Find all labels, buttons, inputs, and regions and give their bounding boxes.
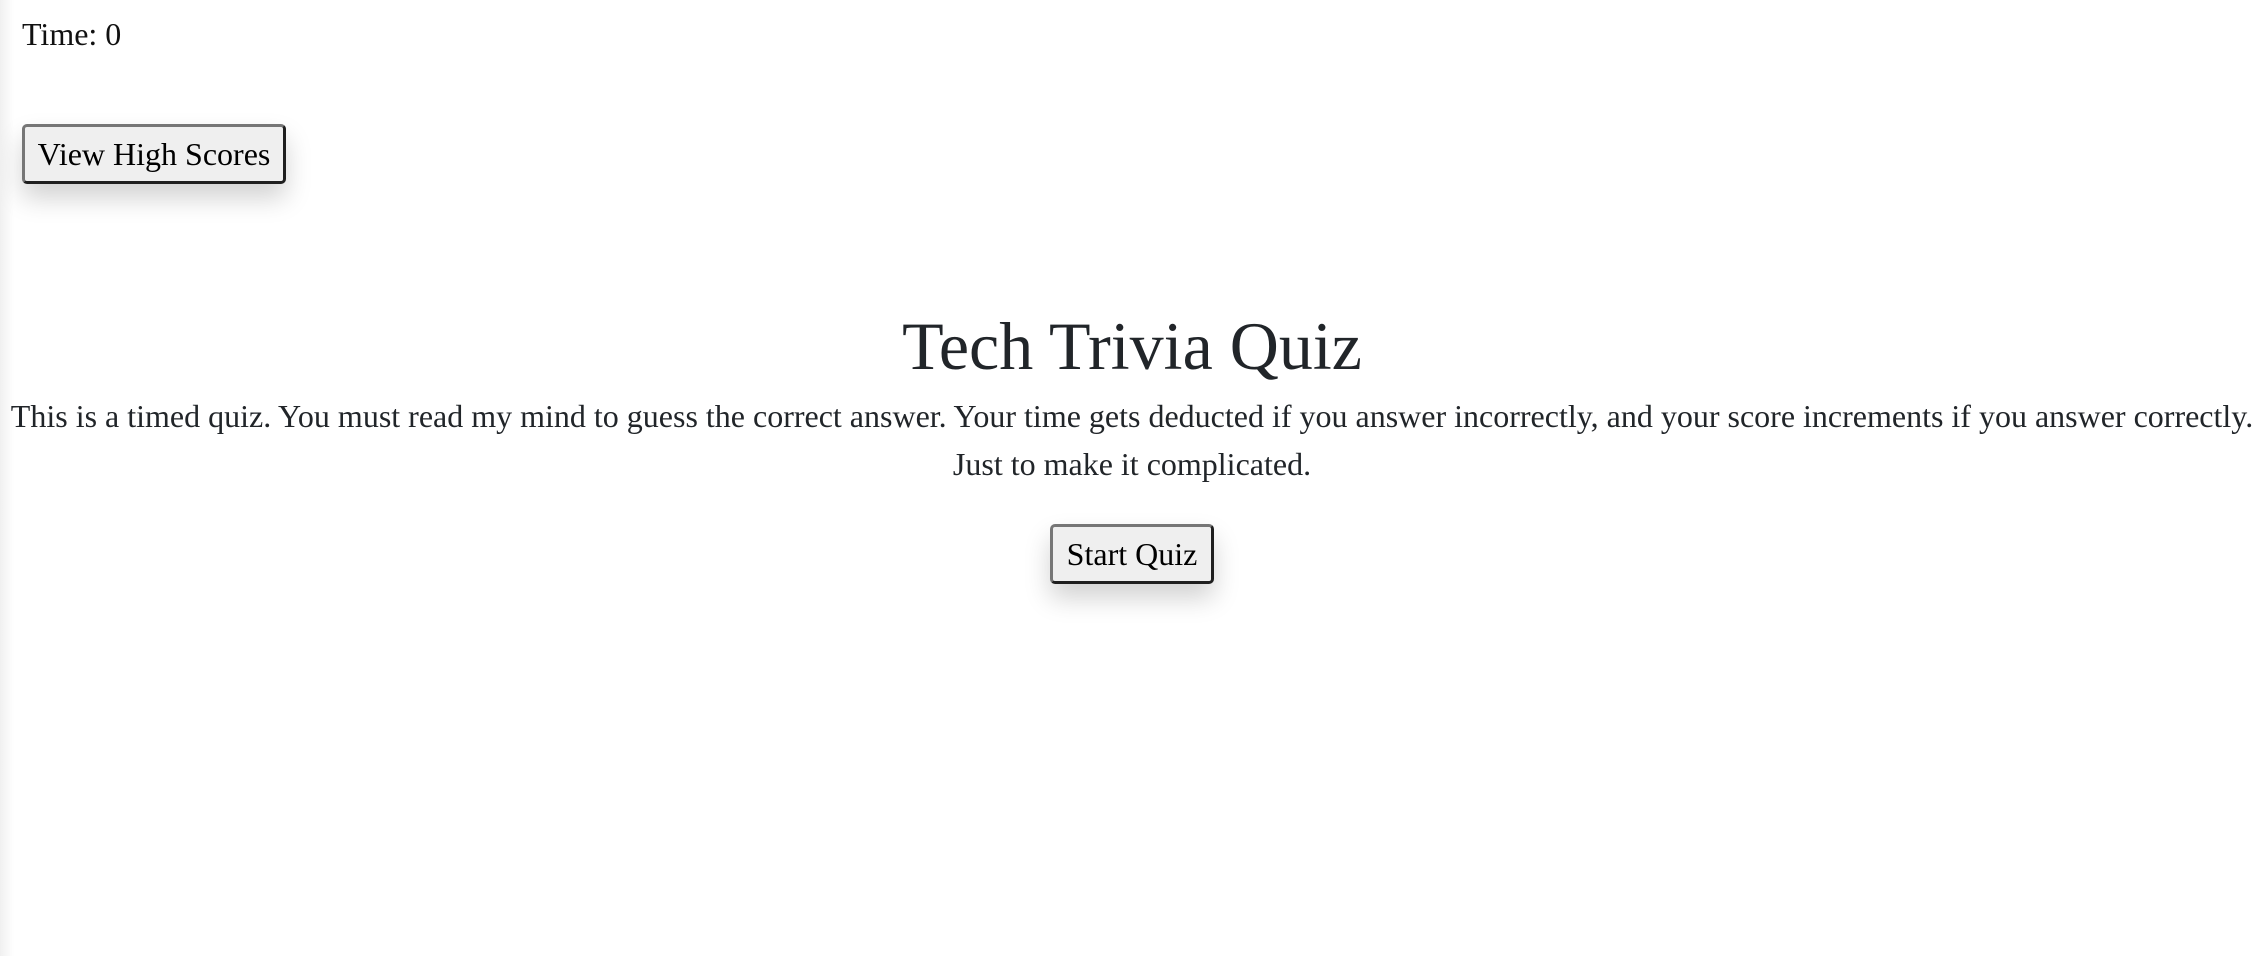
quiz-description-line-1: This is a timed quiz. You must read my m… <box>10 398 2254 434</box>
quiz-intro-section: Tech Trivia Quiz This is a timed quiz. Y… <box>0 300 2264 584</box>
timer-display: Time: 0 <box>22 16 122 52</box>
quiz-title: Tech Trivia Quiz <box>902 308 1362 384</box>
view-high-scores-button[interactable]: View High Scores <box>22 124 286 184</box>
start-button-container: Start Quiz <box>0 524 2264 584</box>
quiz-description-line-2: Just to make it complicated. <box>952 446 1312 482</box>
start-quiz-button[interactable]: Start Quiz <box>1050 524 1214 584</box>
